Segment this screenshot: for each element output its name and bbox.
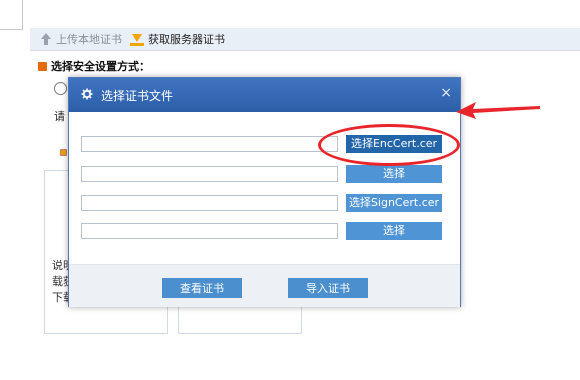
document-corner-mark bbox=[22, 0, 23, 30]
security-section-title-text: 选择安全设置方式： bbox=[51, 60, 150, 73]
section-icon bbox=[38, 61, 47, 71]
close-icon[interactable]: × bbox=[440, 86, 452, 100]
select-sign-cert-button[interactable]: 选择SignCert.cer bbox=[346, 194, 442, 212]
security-section-title: 选择安全设置方式： bbox=[38, 58, 150, 74]
document-corner-mark bbox=[0, 29, 22, 30]
dialog-header: 选择证书文件 × bbox=[69, 78, 460, 112]
import-cert-button[interactable]: 导入证书 bbox=[288, 278, 368, 298]
select-cert-file-dialog: 选择证书文件 × 选择EncCert.cer 选择EncPriKey.key 选… bbox=[68, 77, 461, 307]
get-server-cert-button[interactable]: 获取服务器证书 bbox=[130, 31, 225, 47]
select-sign-prikey-button[interactable]: 选择SignPriKey.key bbox=[346, 222, 442, 255]
view-cert-button[interactable]: 查看证书 bbox=[162, 278, 242, 298]
dialog-title: 选择证书文件 bbox=[101, 89, 174, 103]
upload-local-cert-button[interactable]: 上传本地证书 bbox=[40, 31, 122, 47]
download-icon bbox=[130, 32, 144, 46]
sign-prikey-path-field[interactable] bbox=[81, 223, 338, 239]
bullet-icon bbox=[60, 149, 67, 156]
enc-prikey-path-field[interactable] bbox=[81, 166, 338, 182]
upload-local-cert-label: 上传本地证书 bbox=[56, 33, 122, 46]
please-text: 请 bbox=[54, 110, 65, 123]
annotation-arrow bbox=[456, 102, 540, 119]
enc-cert-path-field[interactable] bbox=[81, 136, 338, 152]
gear-icon bbox=[81, 88, 93, 100]
upload-icon bbox=[40, 33, 52, 45]
cert-toolbar: 上传本地证书 获取服务器证书 bbox=[30, 28, 580, 51]
get-server-cert-label: 获取服务器证书 bbox=[148, 33, 225, 46]
select-enc-prikey-button[interactable]: 选择EncPriKey.key bbox=[346, 165, 442, 198]
sign-cert-path-field[interactable] bbox=[81, 195, 338, 211]
annotation-highlight-ellipse bbox=[318, 124, 460, 166]
dialog-footer: 查看证书 导入证书 bbox=[69, 264, 460, 307]
security-mode-radio[interactable] bbox=[54, 82, 67, 95]
